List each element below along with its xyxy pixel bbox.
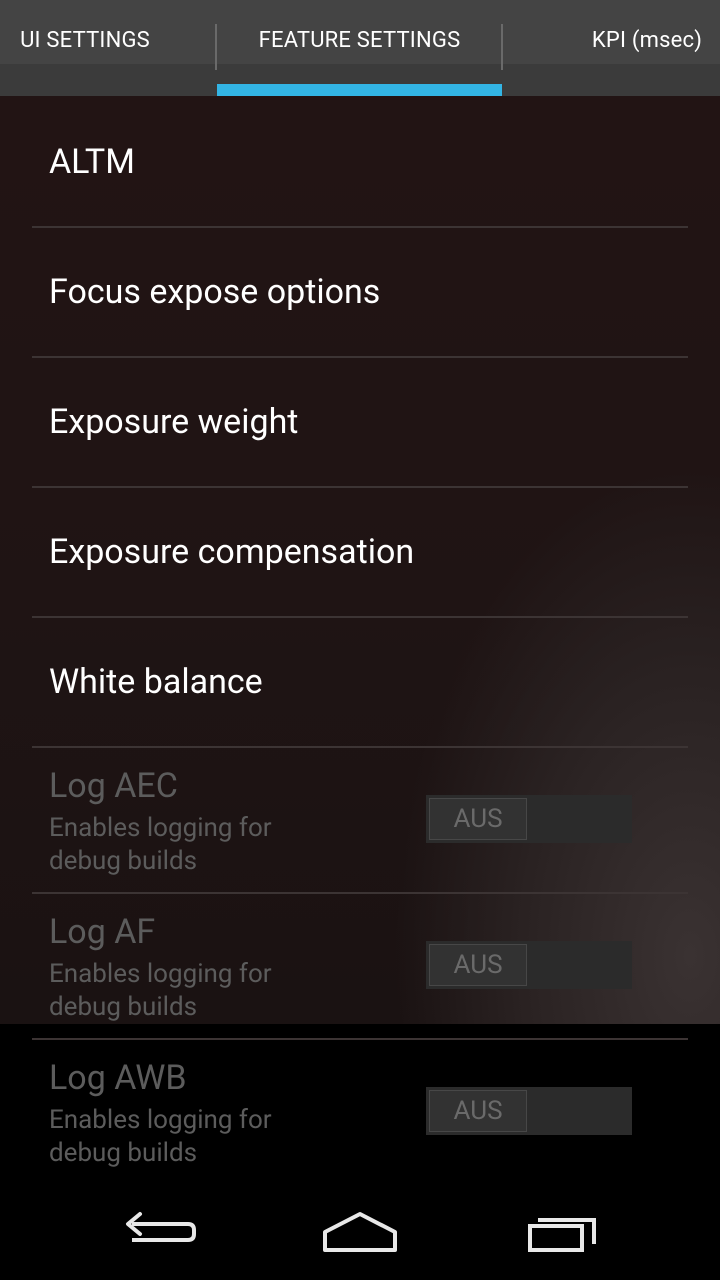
recents-icon — [528, 1218, 596, 1252]
list-item-label: ALTM — [49, 142, 135, 182]
setting-title: Log AF — [49, 912, 156, 952]
list-item-white-balance[interactable]: White balance — [0, 616, 720, 746]
home-button[interactable] — [310, 1204, 410, 1260]
list-item-exposure-compensation[interactable]: Exposure compensation — [0, 486, 720, 616]
setting-title: Log AEC — [49, 766, 178, 806]
setting-log-af[interactable]: Log AF Enables logging for debug builds … — [0, 892, 720, 1038]
active-tab-indicator — [217, 84, 502, 96]
switch-label: AUS — [429, 798, 527, 840]
navigation-bar — [0, 1184, 720, 1280]
log-af-switch[interactable]: AUS — [426, 941, 632, 989]
setting-title: Log AWB — [49, 1058, 187, 1098]
switch-label: AUS — [429, 944, 527, 986]
tab-feature-settings[interactable]: FEATURE SETTINGS — [217, 0, 502, 96]
back-button[interactable] — [110, 1204, 210, 1260]
list-item-exposure-weight[interactable]: Exposure weight — [0, 356, 720, 486]
home-icon — [323, 1212, 397, 1252]
tab-separator — [501, 24, 503, 70]
setting-summary: Enables logging for debug builds — [49, 813, 272, 876]
setting-log-awb[interactable]: Log AWB Enables logging for debug builds… — [0, 1038, 720, 1184]
tab-ui-settings[interactable]: UI SETTINGS — [0, 0, 210, 96]
setting-log-aec[interactable]: Log AEC Enables logging for debug builds… — [0, 746, 720, 892]
setting-summary: Enables logging for debug builds — [49, 1105, 272, 1168]
log-awb-switch[interactable]: AUS — [426, 1087, 632, 1135]
list-item-label: Exposure weight — [49, 402, 299, 442]
tab-label: KPI (msec) — [591, 27, 703, 53]
switch-label: AUS — [429, 1090, 527, 1132]
setting-summary: Enables logging for debug builds — [49, 959, 272, 1022]
list-item-label: Exposure compensation — [49, 532, 415, 572]
tab-label: FEATURE SETTINGS — [258, 27, 461, 53]
tab-label: UI SETTINGS — [20, 27, 150, 53]
list-item-label: Focus expose options — [49, 272, 381, 312]
log-aec-switch[interactable]: AUS — [426, 795, 632, 843]
list-item-altm[interactable]: ALTM — [0, 96, 720, 226]
tab-kpi[interactable]: KPI (msec) — [560, 0, 720, 96]
tab-bar: UI SETTINGS FEATURE SETTINGS KPI (msec) — [0, 0, 720, 96]
back-icon — [126, 1212, 196, 1242]
list-item-focus-expose-options[interactable]: Focus expose options — [0, 226, 720, 356]
list-item-label: White balance — [49, 662, 263, 702]
recents-button[interactable] — [510, 1204, 610, 1260]
